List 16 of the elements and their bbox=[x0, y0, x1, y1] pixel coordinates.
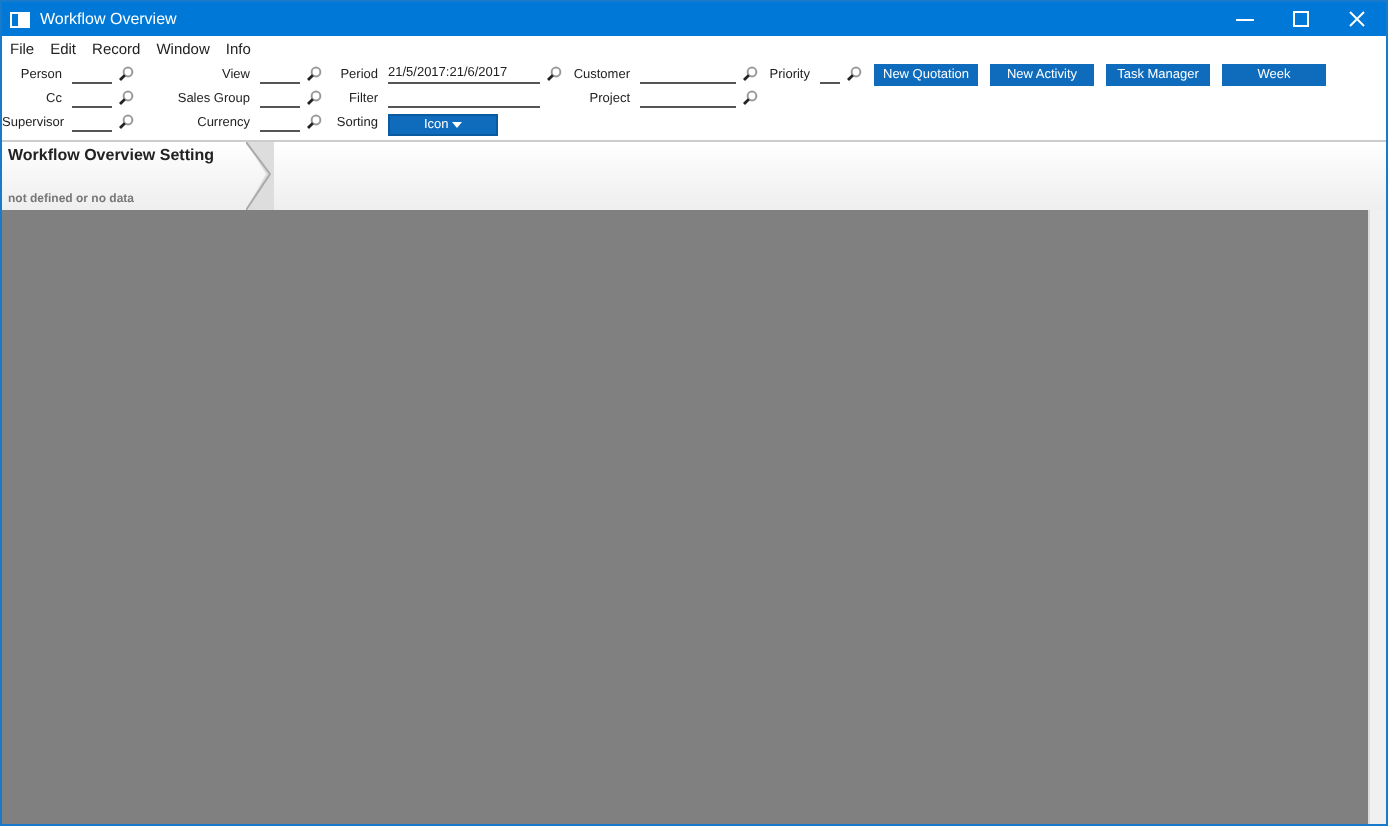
search-icon[interactable] bbox=[742, 66, 758, 82]
search-icon[interactable] bbox=[742, 90, 758, 106]
search-icon[interactable] bbox=[118, 66, 134, 82]
search-icon[interactable] bbox=[306, 114, 322, 130]
tab-title[interactable]: Workflow Overview Setting bbox=[8, 146, 240, 164]
search-icon[interactable] bbox=[306, 90, 322, 106]
caret-icon bbox=[452, 122, 463, 128]
search-icon[interactable] bbox=[118, 114, 134, 130]
search-icon[interactable] bbox=[118, 90, 134, 106]
search-icon[interactable] bbox=[546, 66, 562, 82]
search-icon[interactable] bbox=[846, 66, 862, 82]
scrollbar[interactable] bbox=[1368, 210, 1386, 824]
search-icon[interactable] bbox=[306, 66, 322, 82]
tab-separator-icon bbox=[246, 142, 274, 210]
window-title: Workflow Overview bbox=[40, 10, 177, 28]
app-icon bbox=[10, 11, 30, 27]
